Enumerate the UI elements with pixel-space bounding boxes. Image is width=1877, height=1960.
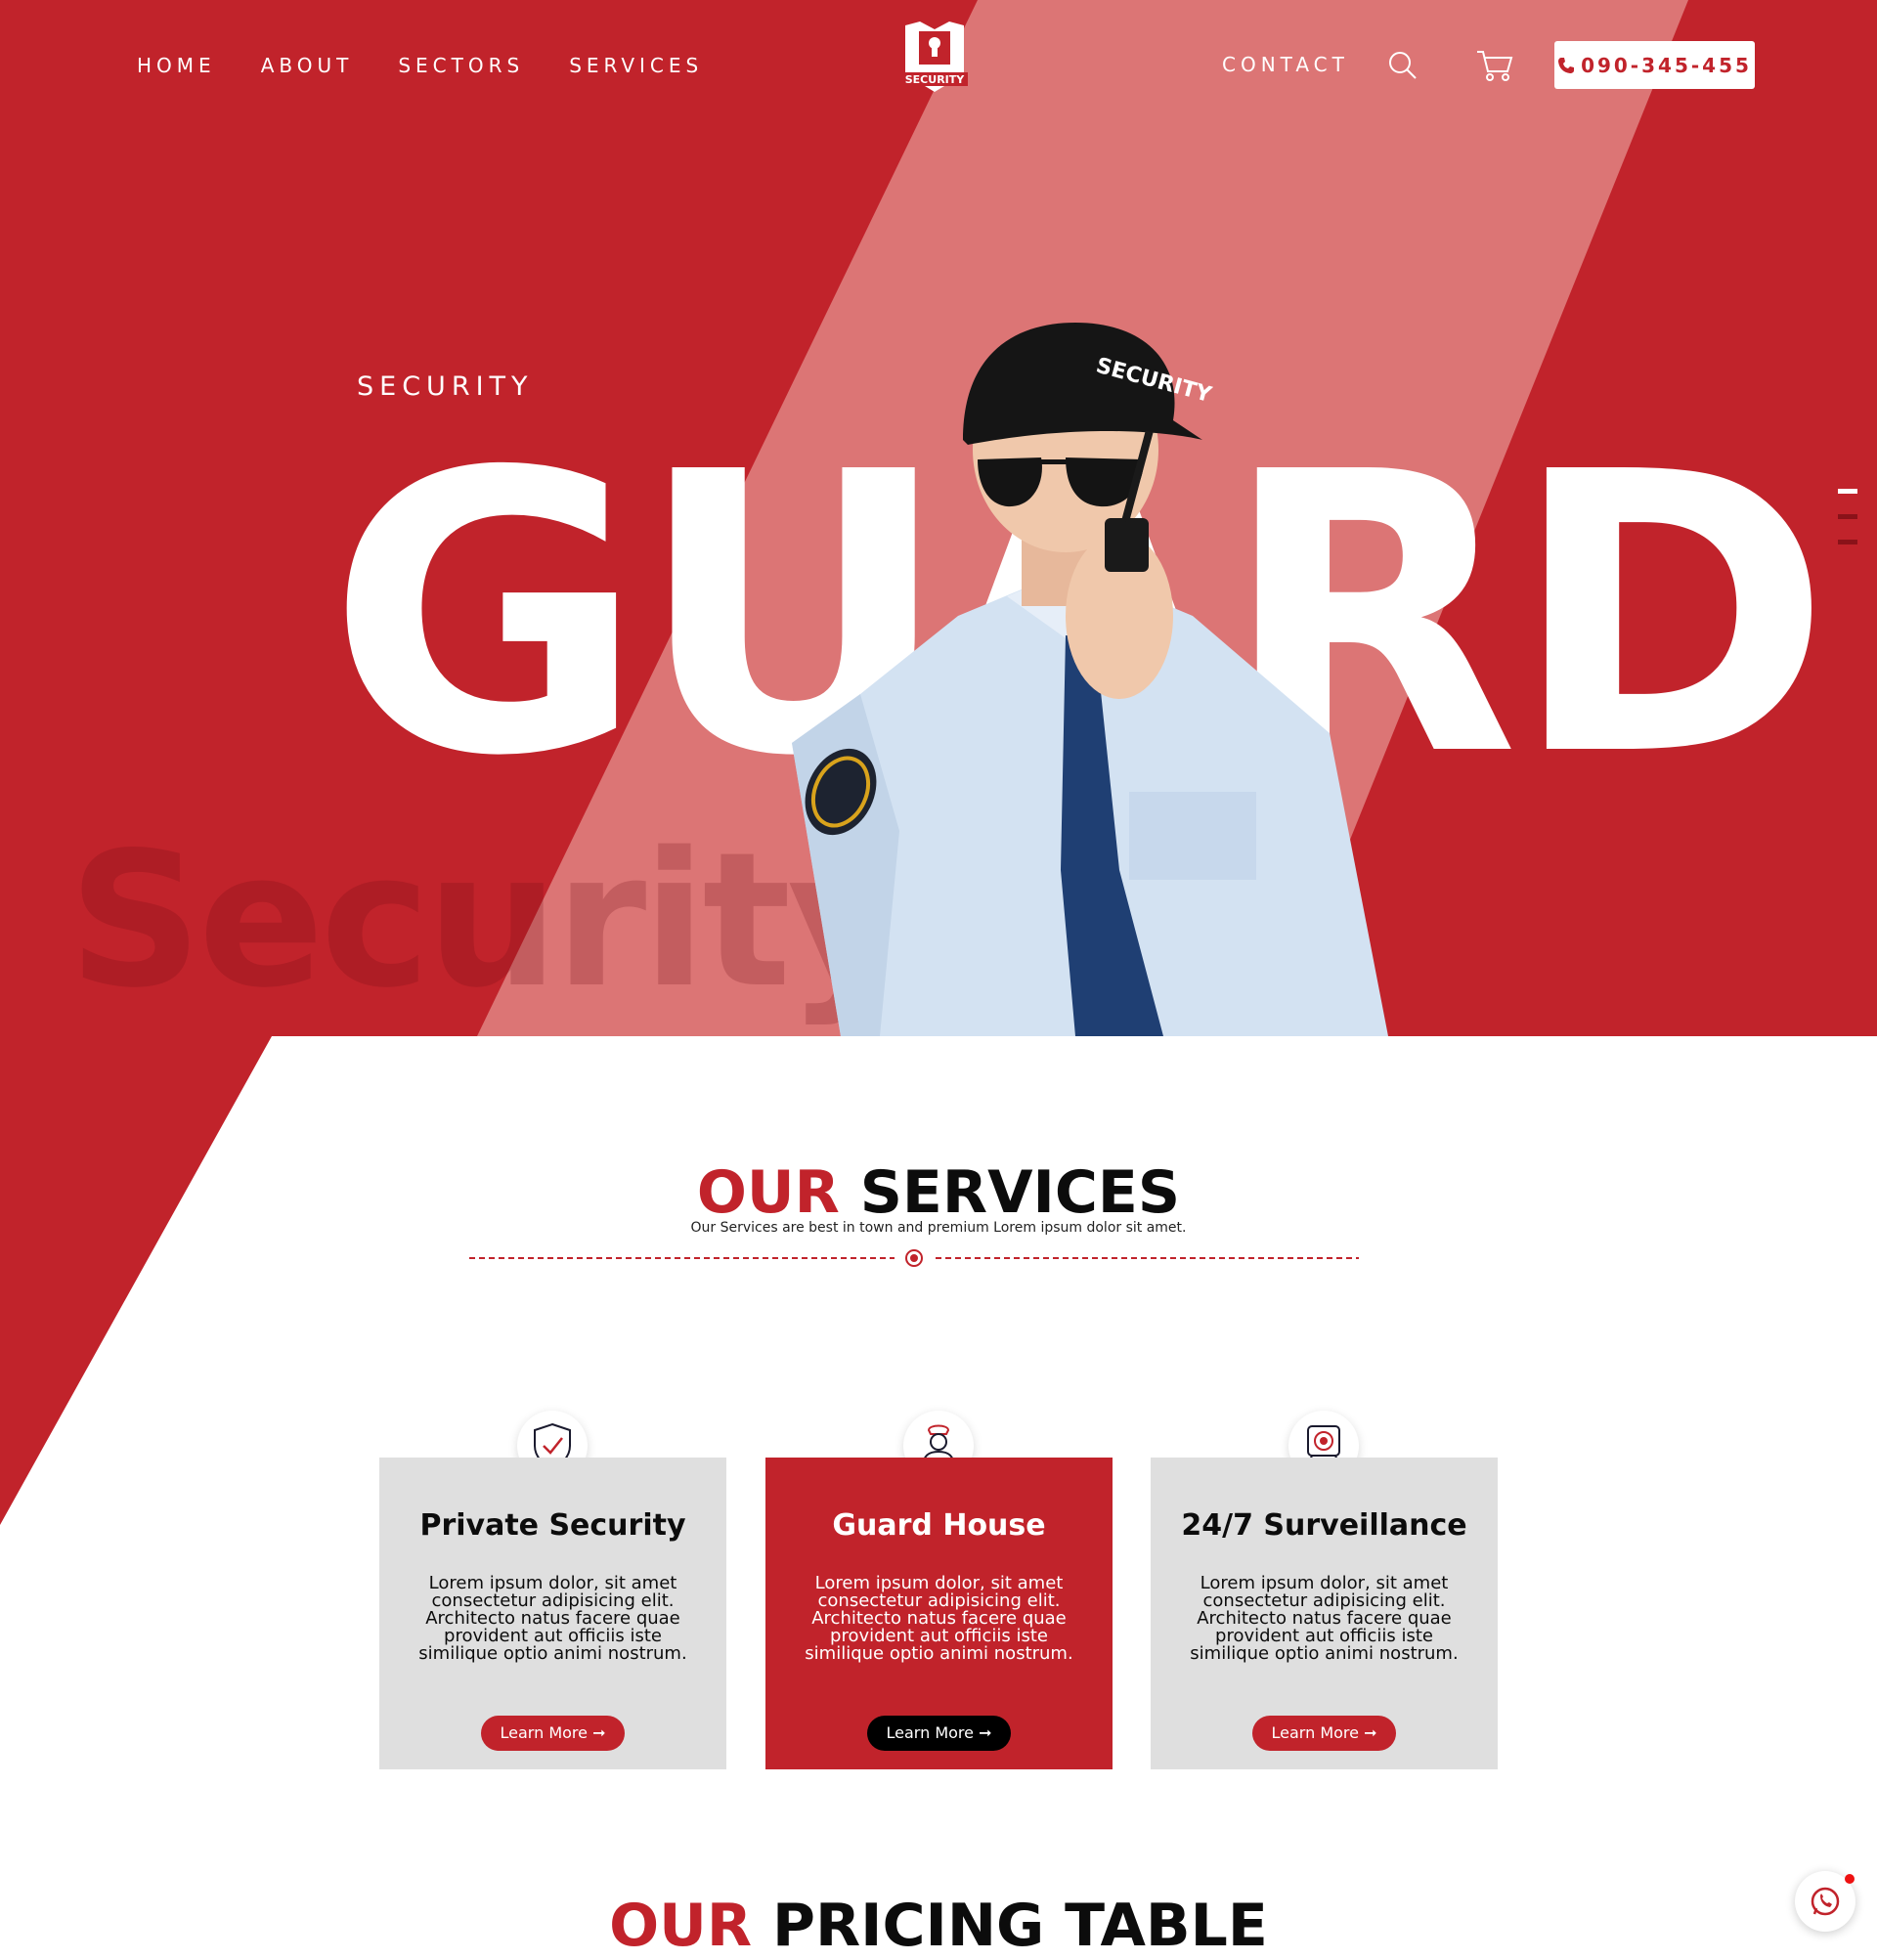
card-text: Lorem ipsum dolor, sit amet consectetur … [805,1573,1073,1664]
card-title: 24/7 Surveillance [1181,1508,1467,1543]
service-card-guard-house: Guard House Lorem ipsum dolor, sit amet … [765,1458,1113,1769]
cart-icon[interactable] [1476,49,1513,87]
card-text: Lorem ipsum dolor, sit amet consectetur … [1190,1573,1459,1664]
card-title: Private Security [419,1508,686,1543]
security-guard-image: SECURITY [792,323,1388,1036]
nav-services[interactable]: SERVICES [569,53,703,78]
nav-home[interactable]: HOME [137,53,216,78]
phone-button[interactable]: 090-345-455 [1554,41,1755,89]
section-divider [469,1249,1359,1267]
brand-logo[interactable]: SECURITY [895,18,974,101]
nav-about[interactable]: ABOUT [261,53,354,78]
card-title: Guard House [832,1508,1046,1543]
service-card-surveillance: 24/7 Surveillance Lorem ipsum dolor, sit… [1151,1458,1498,1769]
pricing-title: OUR PRICING TABLE [0,1892,1877,1960]
pricing-title-accent: OUR [609,1892,753,1960]
learn-more-button[interactable]: Learn More ➞ [867,1716,1011,1751]
whatsapp-icon [1811,1887,1840,1916]
services-title-accent: OUR [696,1158,840,1227]
slide-dot-3[interactable] [1838,540,1857,544]
hero-watermark: Security [68,812,908,1028]
card-text: Lorem ipsum dolor, sit amet consectetur … [418,1573,687,1664]
logo-text: SECURITY [905,73,966,86]
slide-dot-1[interactable] [1838,489,1857,494]
services-subtitle: Our Services are best in town and premiu… [690,1220,1187,1236]
phone-number: 090-345-455 [1581,53,1752,77]
slide-dot-2[interactable] [1838,514,1857,519]
notification-dot [1845,1874,1855,1884]
slider-dots [1838,489,1857,565]
nav-right: CONTACT [1222,53,1349,76]
service-card-private-security: Private Security Lorem ipsum dolor, sit … [379,1458,726,1769]
phone-icon [1558,57,1575,73]
nav-contact[interactable]: CONTACT [1222,53,1349,76]
main-nav: HOME ABOUT SECTORS SERVICES [137,53,703,78]
nav-sectors[interactable]: SECTORS [398,53,524,78]
services-title-rest: SERVICES [859,1158,1181,1227]
learn-more-button[interactable]: Learn More ➞ [1252,1716,1396,1751]
search-icon[interactable] [1388,51,1418,85]
services-title: OUR SERVICES [0,1158,1877,1227]
learn-more-button[interactable]: Learn More ➞ [481,1716,625,1751]
pricing-title-rest: PRICING TABLE [771,1892,1268,1960]
